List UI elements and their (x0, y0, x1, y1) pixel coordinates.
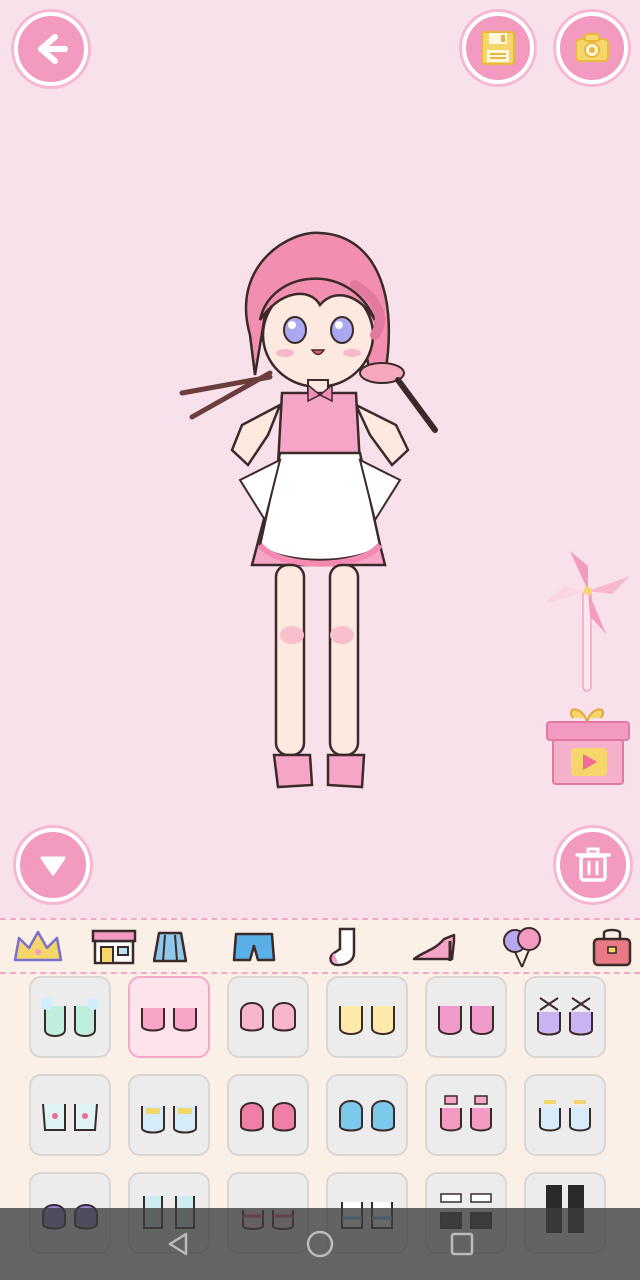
shoe-hot-pink-icon (240, 1102, 296, 1132)
system-nav-bar (0, 1208, 640, 1280)
shoe-light-blue-icon (539, 1100, 591, 1132)
shoe-item[interactable] (524, 976, 606, 1058)
nav-back-icon (168, 1232, 188, 1256)
category-socks[interactable] (316, 926, 372, 968)
delete-button[interactable] (556, 828, 630, 902)
dress-up-stage (0, 0, 640, 918)
shorts-icon (232, 932, 276, 962)
nav-back-button[interactable] (162, 1228, 194, 1260)
nav-home-icon (306, 1230, 334, 1258)
skirt-icon (153, 931, 187, 963)
balloons-icon (503, 927, 541, 968)
shoe-yellow-heart-icon (339, 1006, 395, 1035)
shoe-blue-yellow-bow-icon (141, 1106, 197, 1134)
shoe-mint-pompom-icon (41, 998, 99, 1037)
shop-icon (91, 929, 137, 965)
category-bag[interactable] (584, 926, 640, 968)
shoe-pastel-icon (240, 1002, 296, 1032)
shoe-item[interactable] (425, 1074, 507, 1156)
shoe-item[interactable] (326, 976, 408, 1058)
camera-button[interactable] (556, 12, 628, 84)
shoe-item[interactable] (425, 976, 507, 1058)
category-bar (0, 918, 640, 974)
shoe-item[interactable] (128, 1074, 210, 1156)
bag-icon (592, 928, 632, 967)
shoe-pink-purple-icon (438, 1006, 494, 1035)
shoe-item[interactable] (29, 976, 111, 1058)
camera-icon (575, 33, 609, 62)
nav-home-button[interactable] (304, 1228, 336, 1260)
character-doll (179, 231, 438, 789)
shoe-item[interactable] (227, 1074, 309, 1156)
trash-icon (575, 847, 611, 882)
shoe-item[interactable] (524, 1074, 606, 1156)
back-button[interactable] (14, 12, 88, 86)
shoe-item-selected[interactable] (128, 976, 210, 1058)
shoe-lavender-strap-icon (537, 997, 593, 1036)
sock-icon (329, 927, 356, 967)
shoe-item[interactable] (227, 976, 309, 1058)
shoe-item[interactable] (326, 1074, 408, 1156)
save-button[interactable] (462, 12, 534, 84)
category-skirt[interactable] (142, 926, 198, 968)
collapse-panel-button[interactable] (16, 828, 90, 902)
shoe-sky-blue-icon (339, 1100, 395, 1132)
shoe-pink-heel-icon (440, 1095, 492, 1132)
category-crown[interactable] (10, 926, 66, 968)
shoe-pink-star-icon (141, 1008, 197, 1032)
arrow-left-icon (38, 34, 68, 64)
pinwheel-icon[interactable] (540, 546, 636, 696)
category-shorts[interactable] (226, 926, 282, 968)
nav-recents-icon (450, 1232, 474, 1256)
shoe-item[interactable] (29, 1074, 111, 1156)
crown-icon (13, 930, 63, 962)
gift-video-icon[interactable] (545, 704, 631, 788)
high-heel-icon (412, 933, 456, 961)
floppy-disk-icon (481, 31, 515, 65)
category-heels[interactable] (406, 926, 462, 968)
shoe-mint-bow-icon (42, 1103, 98, 1131)
nav-recents-button[interactable] (446, 1228, 478, 1260)
triangle-down-icon (40, 856, 66, 876)
category-shop[interactable] (86, 926, 142, 968)
category-balloons[interactable] (494, 926, 550, 968)
